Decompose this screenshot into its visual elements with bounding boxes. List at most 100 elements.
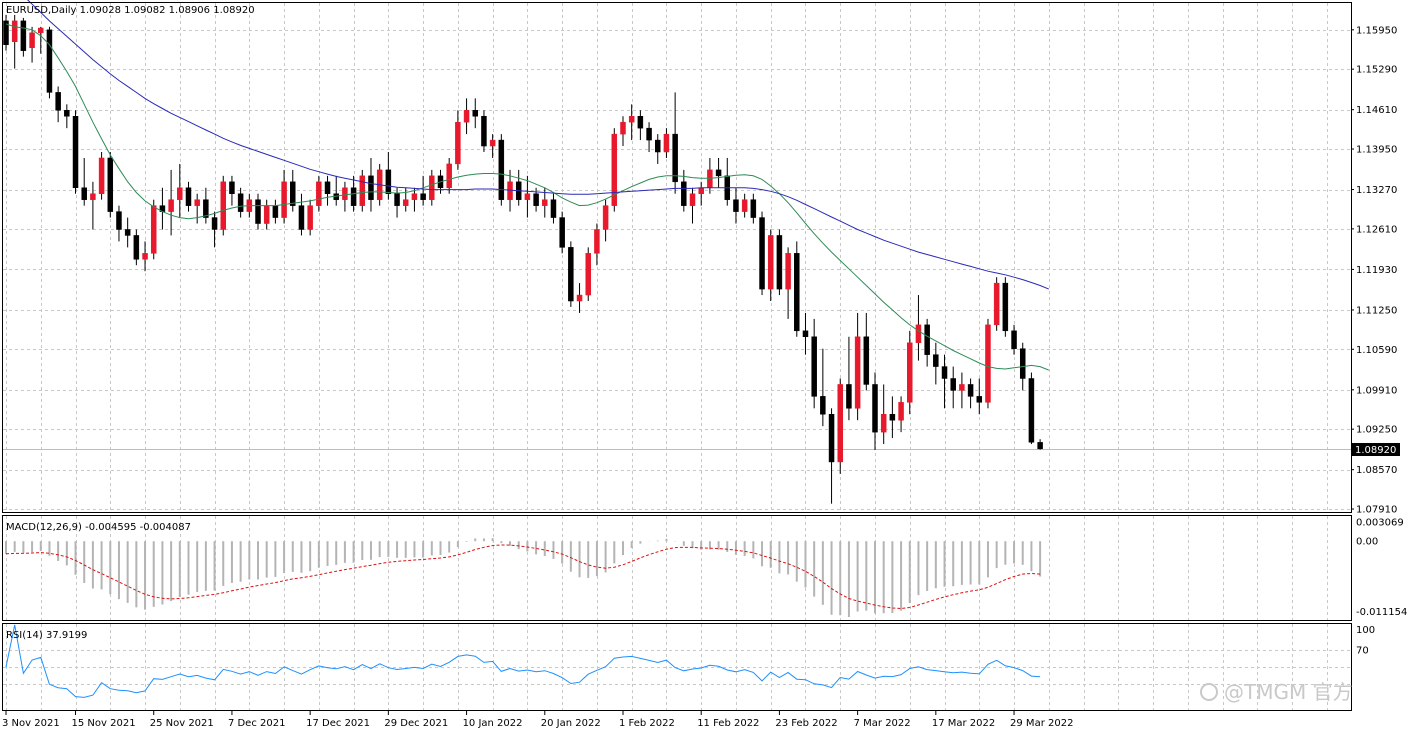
price-tick-label: 1.12610 bbox=[1356, 224, 1397, 235]
bullish-candle bbox=[168, 199, 174, 212]
chart-canvas: 1.15950 1.15290 1.14610 1.13950 1.13270 1.126… bbox=[2, 0, 1407, 729]
bearish-candle bbox=[794, 253, 800, 332]
bearish-candle bbox=[385, 169, 392, 194]
bullish-candle bbox=[602, 205, 609, 230]
bullish-candle bbox=[507, 181, 513, 200]
bearish-candle bbox=[1019, 348, 1026, 379]
bearish-candle bbox=[872, 384, 878, 433]
date-tick-label: 25 Nov 2021 bbox=[150, 718, 214, 729]
bullish-candle bbox=[854, 336, 861, 409]
price-grid bbox=[3, 3, 1351, 710]
price-tick-label: 1.13950 bbox=[1356, 145, 1397, 156]
bearish-candle bbox=[550, 199, 557, 218]
bearish-candle bbox=[776, 235, 783, 290]
bullish-candle bbox=[489, 139, 496, 147]
bearish-candle bbox=[924, 324, 930, 355]
bearish-candle bbox=[759, 217, 765, 290]
macd-histogram bbox=[5, 538, 1042, 617]
bearish-candle bbox=[1028, 378, 1035, 443]
bearish-candle bbox=[72, 115, 79, 189]
bullish-candle bbox=[11, 20, 18, 42]
bearish-candle bbox=[715, 169, 722, 177]
bullish-candle bbox=[90, 193, 96, 200]
macd-tick-label: 0.00 bbox=[1356, 537, 1378, 548]
bullish-candle bbox=[663, 133, 670, 153]
price-tick-label: 1.08570 bbox=[1356, 465, 1397, 476]
price-tick-label: 1.10590 bbox=[1356, 345, 1397, 356]
bearish-candle bbox=[672, 133, 678, 183]
bullish-candle bbox=[411, 193, 418, 200]
date-tick-label: 15 Nov 2021 bbox=[72, 718, 136, 729]
price-tick-label: 1.13270 bbox=[1356, 185, 1397, 196]
bullish-candle bbox=[707, 169, 713, 189]
bearish-candle bbox=[733, 199, 739, 212]
price-tick-label: 1.11930 bbox=[1356, 265, 1397, 276]
bullish-candle bbox=[959, 384, 965, 391]
current-price-tag: 1.08920 bbox=[1352, 443, 1400, 456]
bullish-candle bbox=[542, 199, 548, 206]
bullish-candle bbox=[993, 282, 1000, 326]
bearish-candle bbox=[863, 336, 870, 385]
bullish-candle bbox=[463, 110, 470, 123]
bearish-candle bbox=[324, 181, 331, 194]
bearish-candle bbox=[185, 187, 192, 206]
bearish-candle bbox=[272, 205, 279, 218]
bullish-candle bbox=[741, 199, 748, 212]
date-tick-label: 17 Mar 2022 bbox=[932, 718, 995, 729]
bullish-candle bbox=[898, 402, 904, 421]
bearish-candle bbox=[655, 139, 661, 153]
bearish-candle bbox=[20, 20, 27, 51]
bullish-candle bbox=[359, 175, 366, 206]
date-tick-label: 20 Jan 2022 bbox=[541, 718, 601, 729]
bearish-candle bbox=[133, 235, 140, 260]
rsi-tick-label: 70 bbox=[1356, 645, 1369, 656]
bullish-candle bbox=[576, 294, 583, 302]
rsi-panel[interactable] bbox=[5, 624, 1041, 698]
bearish-candle bbox=[811, 336, 817, 397]
bullish-candle bbox=[785, 253, 791, 290]
price-axis: 1.15950 1.15290 1.14610 1.13950 1.13270 1.126… bbox=[1351, 25, 1397, 516]
price-tick-label: 1.15290 bbox=[1356, 65, 1397, 76]
date-tick-label: 1 Feb 2022 bbox=[619, 718, 675, 729]
bullish-candle bbox=[220, 181, 226, 230]
rsi-label: RSI(14) 37.9199 bbox=[6, 630, 87, 641]
bullish-candle bbox=[985, 324, 991, 403]
macd-panel[interactable] bbox=[5, 538, 1042, 617]
bearish-candle bbox=[941, 366, 948, 379]
bearish-candle bbox=[828, 414, 835, 463]
bullish-candle bbox=[263, 205, 270, 224]
bearish-candle bbox=[568, 247, 574, 302]
bearish-candle bbox=[368, 175, 374, 200]
macd-tick-label: -0.011154 bbox=[1356, 607, 1407, 618]
bullish-candle bbox=[915, 324, 922, 343]
price-tick-label: 1.11250 bbox=[1356, 305, 1397, 316]
bullish-candle bbox=[767, 235, 774, 290]
date-tick-label: 7 Dec 2021 bbox=[228, 718, 286, 729]
bearish-candle bbox=[820, 396, 826, 415]
bullish-candle bbox=[698, 187, 704, 194]
bearish-candle bbox=[124, 229, 131, 236]
date-tick-label: 17 Dec 2021 bbox=[306, 718, 370, 729]
macd-signal-line bbox=[5, 544, 1041, 610]
bearish-candle bbox=[681, 181, 687, 206]
price-tick-label: 1.09910 bbox=[1356, 385, 1397, 396]
weibo-like-icon bbox=[1200, 683, 1218, 701]
panel-frames bbox=[2, 2, 1352, 711]
bearish-candle bbox=[933, 354, 939, 367]
bearish-candle bbox=[255, 199, 261, 224]
bearish-candle bbox=[229, 181, 235, 194]
bullish-candle bbox=[585, 253, 591, 296]
date-tick-label: 10 Jan 2022 bbox=[463, 718, 523, 729]
bearish-candle bbox=[533, 193, 539, 206]
bullish-candle bbox=[142, 253, 148, 260]
price-tick-label: 1.07910 bbox=[1356, 505, 1397, 516]
bullish-candle bbox=[880, 414, 887, 433]
rsi-tick-label: 100 bbox=[1356, 625, 1375, 636]
bullish-candle bbox=[29, 32, 35, 48]
price-panel[interactable] bbox=[3, 0, 1351, 504]
price-tick-label: 1.15950 bbox=[1356, 25, 1397, 36]
bearish-candle bbox=[55, 92, 61, 111]
bearish-candle bbox=[290, 181, 296, 206]
watermark-text: @TMGM 官方 bbox=[1224, 680, 1353, 704]
bullish-candle bbox=[455, 121, 461, 165]
